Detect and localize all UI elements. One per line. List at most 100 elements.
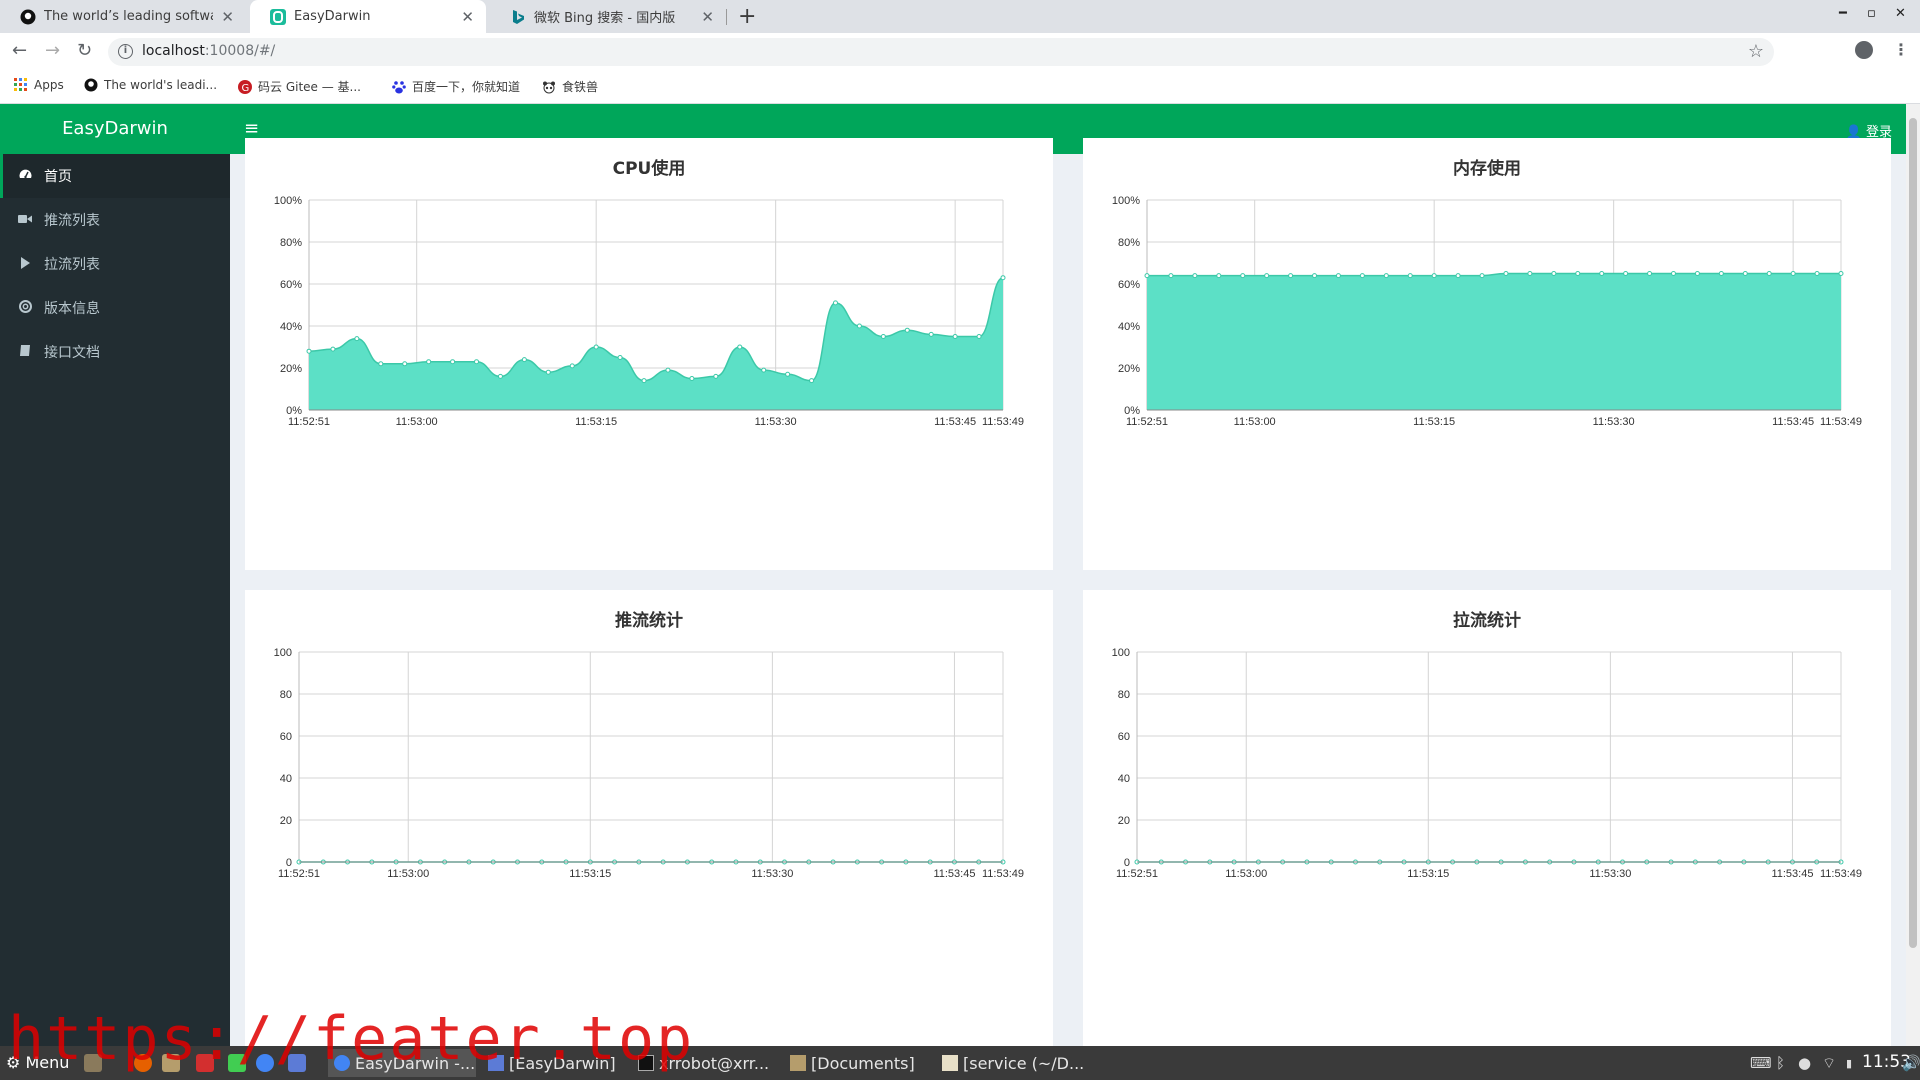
github-icon bbox=[84, 78, 98, 92]
data-point bbox=[641, 378, 647, 384]
data-point bbox=[713, 373, 719, 379]
bookmark-panda[interactable]: 食铁兽 bbox=[542, 78, 598, 95]
data-point bbox=[952, 334, 958, 339]
x-tick-label: 11:53:49 bbox=[982, 416, 1024, 428]
bookmark-label: 食铁兽 bbox=[562, 80, 599, 94]
bookmark-github[interactable]: The world's leadi... bbox=[84, 78, 217, 92]
profile-avatar-icon[interactable] bbox=[1855, 41, 1873, 59]
x-tick-label: 11:53:00 bbox=[387, 868, 429, 880]
new-tab-button[interactable]: + bbox=[738, 4, 756, 29]
data-point bbox=[330, 346, 336, 352]
reload-button[interactable]: ↻ bbox=[77, 40, 92, 61]
pull-stats-panel: 拉流统计 0 20 40 60 80 100 11:52:51 11:53:00 11:53:1… bbox=[1083, 590, 1891, 1050]
task-documents[interactable]: [Documents] bbox=[784, 1049, 932, 1077]
sidebar-item-pull-list[interactable]: 拉流列表 bbox=[0, 242, 230, 286]
data-point bbox=[1359, 273, 1365, 279]
data-point bbox=[306, 348, 312, 354]
window-close-button[interactable]: ✕ bbox=[1895, 6, 1906, 21]
bluetooth-icon[interactable]: ᛒ bbox=[1776, 1054, 1785, 1072]
sidebar-item-label: 拉流列表 bbox=[44, 257, 100, 273]
tab-github[interactable]: The world’s leading software ✕ bbox=[0, 0, 246, 33]
data-point bbox=[1551, 271, 1557, 276]
bookmark-baidu[interactable]: 百度一下，你就知道 bbox=[392, 78, 520, 95]
tab-easydarwin[interactable]: EasyDarwin ✕ bbox=[250, 0, 486, 33]
sidebar-item-version[interactable]: 版本信息 bbox=[0, 286, 230, 330]
x-tick-label: 11:53:49 bbox=[982, 868, 1024, 880]
address-bar[interactable]: i localhost:10008/#/ ☆ bbox=[108, 38, 1774, 66]
data-point bbox=[1479, 273, 1485, 279]
info-icon[interactable]: i bbox=[118, 44, 133, 59]
sidebar-toggle-icon[interactable]: ≡ bbox=[244, 118, 259, 139]
notification-icon[interactable]: ▮ bbox=[1846, 1057, 1852, 1070]
data-point bbox=[856, 323, 862, 329]
data-point bbox=[1623, 271, 1629, 276]
sidebar-item-push-list[interactable]: 推流列表 bbox=[0, 198, 230, 242]
y-tick-label: 40 bbox=[280, 773, 292, 785]
bookmark-apps[interactable]: Apps bbox=[14, 78, 64, 92]
close-icon[interactable]: ✕ bbox=[701, 8, 714, 26]
data-point bbox=[928, 331, 934, 337]
wifi-icon[interactable]: ⌔ bbox=[1822, 1054, 1836, 1073]
keyboard-icon[interactable]: ⌨ bbox=[1750, 1054, 1772, 1072]
close-icon[interactable]: ✕ bbox=[461, 8, 474, 26]
task-label: [service (~/D... bbox=[963, 1053, 1085, 1073]
back-button[interactable]: ← bbox=[12, 40, 27, 61]
support-icon bbox=[18, 300, 32, 316]
gitee-icon: G bbox=[238, 79, 252, 94]
maximize-button[interactable]: ▫ bbox=[1867, 6, 1876, 21]
panda-icon bbox=[542, 80, 556, 94]
github-icon bbox=[20, 9, 36, 25]
y-tick-label: 40 bbox=[1118, 773, 1130, 785]
y-tick-label: 80% bbox=[280, 237, 302, 249]
y-tick-label: 100% bbox=[274, 195, 302, 207]
x-tick-label: 11:52:51 bbox=[1126, 416, 1168, 428]
brand-logo[interactable]: EasyDarwin bbox=[0, 104, 230, 154]
x-tick-label: 11:52:51 bbox=[1116, 868, 1158, 880]
bookmark-gitee[interactable]: G 码云 Gitee — 基... bbox=[238, 78, 361, 95]
x-tick-label: 11:52:51 bbox=[278, 868, 320, 880]
book-icon bbox=[18, 344, 32, 360]
data-point bbox=[1407, 273, 1413, 279]
y-tick-label: 60% bbox=[1118, 279, 1140, 291]
task-service[interactable]: [service (~/D... bbox=[936, 1049, 1086, 1077]
minimize-button[interactable]: ━ bbox=[1839, 6, 1847, 21]
x-tick-label: 11:53:15 bbox=[1407, 868, 1449, 880]
data-point bbox=[378, 361, 384, 367]
x-tick-label: 11:53:49 bbox=[1820, 868, 1862, 880]
text-editor-icon bbox=[942, 1055, 958, 1071]
data-point bbox=[1288, 273, 1294, 279]
data-point bbox=[785, 371, 791, 377]
x-tick-label: 11:53:30 bbox=[1593, 416, 1635, 428]
close-icon[interactable]: ✕ bbox=[221, 8, 234, 26]
tab-bing[interactable]: 微软 Bing 搜索 - 国内版 ✕ bbox=[490, 0, 726, 33]
data-point bbox=[737, 344, 743, 350]
y-tick-label: 60 bbox=[1118, 731, 1130, 743]
page-scrollbar[interactable] bbox=[1906, 104, 1920, 1046]
baidu-paw-icon bbox=[392, 80, 406, 94]
data-point bbox=[1647, 271, 1653, 276]
data-point bbox=[1216, 273, 1222, 279]
series-area bbox=[1147, 273, 1841, 410]
data-point bbox=[1383, 273, 1389, 279]
forward-button[interactable]: → bbox=[45, 40, 60, 61]
volume-icon[interactable]: 🔊 bbox=[1902, 1054, 1920, 1072]
sidebar-item-api-docs[interactable]: 接口文档 bbox=[0, 330, 230, 374]
scrollbar-thumb[interactable] bbox=[1909, 118, 1917, 948]
video-camera-icon bbox=[18, 213, 32, 227]
data-point bbox=[545, 369, 551, 375]
user-tray-icon[interactable]: ● bbox=[1798, 1054, 1811, 1072]
address-url[interactable]: localhost:10008/#/ bbox=[142, 43, 275, 59]
sidebar-item-home[interactable]: 首页 bbox=[0, 154, 230, 198]
y-tick-label: 60% bbox=[280, 279, 302, 291]
url-path: :10008/#/ bbox=[204, 43, 276, 59]
bookmark-star-icon[interactable]: ☆ bbox=[1748, 41, 1764, 62]
browser-menu-icon[interactable]: ⋮ bbox=[1893, 40, 1909, 59]
y-tick-label: 80% bbox=[1118, 237, 1140, 249]
x-tick-label: 11:53:30 bbox=[1589, 868, 1631, 880]
data-point bbox=[880, 334, 886, 339]
push-stats-panel: 推流统计 0 20 40 60 80 100 11:52:51 11:53:00 11:53:1… bbox=[245, 590, 1053, 1050]
y-tick-label: 60 bbox=[280, 731, 292, 743]
data-point bbox=[1742, 271, 1748, 276]
data-point bbox=[976, 334, 982, 339]
x-tick-label: 11:53:15 bbox=[569, 868, 611, 880]
